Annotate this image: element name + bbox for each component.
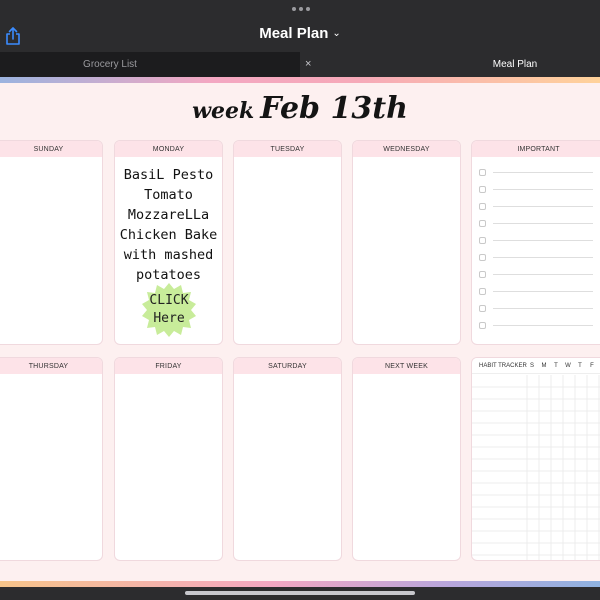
sunday-card[interactable]: SUNDAY	[0, 140, 103, 345]
week-date: Feb 13th	[260, 91, 408, 126]
week-prefix: week	[192, 98, 255, 124]
monday-meal: BasiL Pesto Tomato MozzareLLa Chicken Ba…	[115, 165, 222, 285]
meal-line: BasiL Pesto	[123, 167, 214, 183]
important-header: IMPORTANT	[472, 141, 600, 157]
meal-line: potatoes	[135, 267, 202, 283]
app-window: Meal Plan ⌄ Grocery List × Meal Plan wee…	[0, 0, 600, 600]
tab-bar: Grocery List × Meal Plan	[0, 52, 600, 77]
habit-day-label: F	[590, 363, 594, 369]
tuesday-card[interactable]: TUESDAY	[233, 140, 342, 345]
here-line: Here	[153, 311, 185, 326]
planner-page: week Feb 13th SUNDAY MONDAY BasiL Pesto T…	[0, 77, 600, 587]
meal-line: Chicken Bake	[119, 227, 218, 243]
habit-grid[interactable]	[472, 375, 600, 561]
habit-tracker-header: HABIT TRACKER S M T W T F S	[472, 358, 600, 374]
habit-day-label: S	[529, 363, 534, 369]
day-header: SUNDAY	[0, 141, 102, 157]
close-icon[interactable]: ×	[305, 58, 311, 70]
wednesday-card[interactable]: WEDNESDAY	[352, 140, 461, 345]
day-header: WEDNESDAY	[353, 141, 460, 157]
habit-tracker-title: HABIT TRACKER	[479, 363, 527, 369]
day-header: SATURDAY	[234, 358, 341, 374]
habit-tracker-card[interactable]: HABIT TRACKER S M T W T F S	[471, 357, 600, 561]
click-line: CLICK	[149, 293, 189, 308]
checklist-item[interactable]	[479, 303, 593, 313]
checkbox[interactable]	[479, 253, 486, 261]
document-title: Meal Plan	[259, 25, 329, 42]
tab-label: Meal Plan	[492, 59, 538, 70]
day-header: FRIDAY	[115, 358, 222, 374]
meal-line: with mashed	[123, 247, 214, 263]
meal-line: MozzareLLa	[127, 207, 210, 223]
share-icon[interactable]	[4, 26, 22, 46]
checkbox[interactable]	[479, 236, 486, 244]
checklist-item[interactable]	[479, 235, 593, 245]
checkbox[interactable]	[479, 202, 486, 210]
checklist-item[interactable]	[479, 201, 593, 211]
rainbow-border-bottom	[0, 581, 600, 587]
meal-line: Tomato	[144, 187, 193, 203]
checkbox[interactable]	[479, 321, 486, 329]
click-here-button[interactable]: CLICK Here	[142, 283, 196, 337]
day-header: TUESDAY	[234, 141, 341, 157]
checklist-item[interactable]	[479, 184, 593, 194]
rainbow-border-top	[0, 77, 600, 83]
next-week-header: NEXT WEEK	[353, 358, 460, 374]
thursday-card[interactable]: THURSDAY	[0, 357, 103, 561]
checkbox[interactable]	[479, 287, 486, 295]
checklist-item[interactable]	[479, 320, 593, 330]
habit-day-label: T	[554, 363, 558, 369]
monday-card[interactable]: MONDAY BasiL Pesto Tomato MozzareLLa Chi…	[114, 140, 223, 345]
checkbox[interactable]	[479, 168, 486, 176]
saturday-card[interactable]: SATURDAY	[233, 357, 342, 561]
click-here-label: CLICK Here	[142, 292, 196, 328]
checkbox[interactable]	[479, 185, 486, 193]
top-bar: Meal Plan ⌄	[0, 0, 600, 52]
friday-card[interactable]: FRIDAY	[114, 357, 223, 561]
checklist-item[interactable]	[479, 218, 593, 228]
tab-label: Grocery List	[83, 59, 137, 70]
checklist-item[interactable]	[479, 269, 593, 279]
checklist-item[interactable]	[479, 286, 593, 296]
day-header: THURSDAY	[0, 358, 102, 374]
more-dots-icon[interactable]	[292, 7, 310, 11]
habit-day-label: M	[541, 363, 547, 369]
checklist-item[interactable]	[479, 167, 593, 177]
home-indicator[interactable]	[185, 591, 415, 595]
habit-day-label: T	[578, 363, 582, 369]
important-card[interactable]: IMPORTANT	[471, 140, 600, 345]
habit-day-label: W	[565, 363, 571, 369]
checkbox[interactable]	[479, 304, 486, 312]
week-heading: week Feb 13th	[0, 91, 600, 126]
chevron-down-icon: ⌄	[332, 28, 341, 39]
checkbox[interactable]	[479, 219, 486, 227]
checklist-item[interactable]	[479, 252, 593, 262]
day-header: MONDAY	[115, 141, 222, 157]
tab-meal-plan[interactable]: Meal Plan	[320, 52, 600, 77]
tab-grocery-list[interactable]: Grocery List	[0, 52, 300, 77]
checkbox[interactable]	[479, 270, 486, 278]
next-week-card[interactable]: NEXT WEEK	[352, 357, 461, 561]
document-title-menu[interactable]: Meal Plan ⌄	[259, 25, 341, 42]
